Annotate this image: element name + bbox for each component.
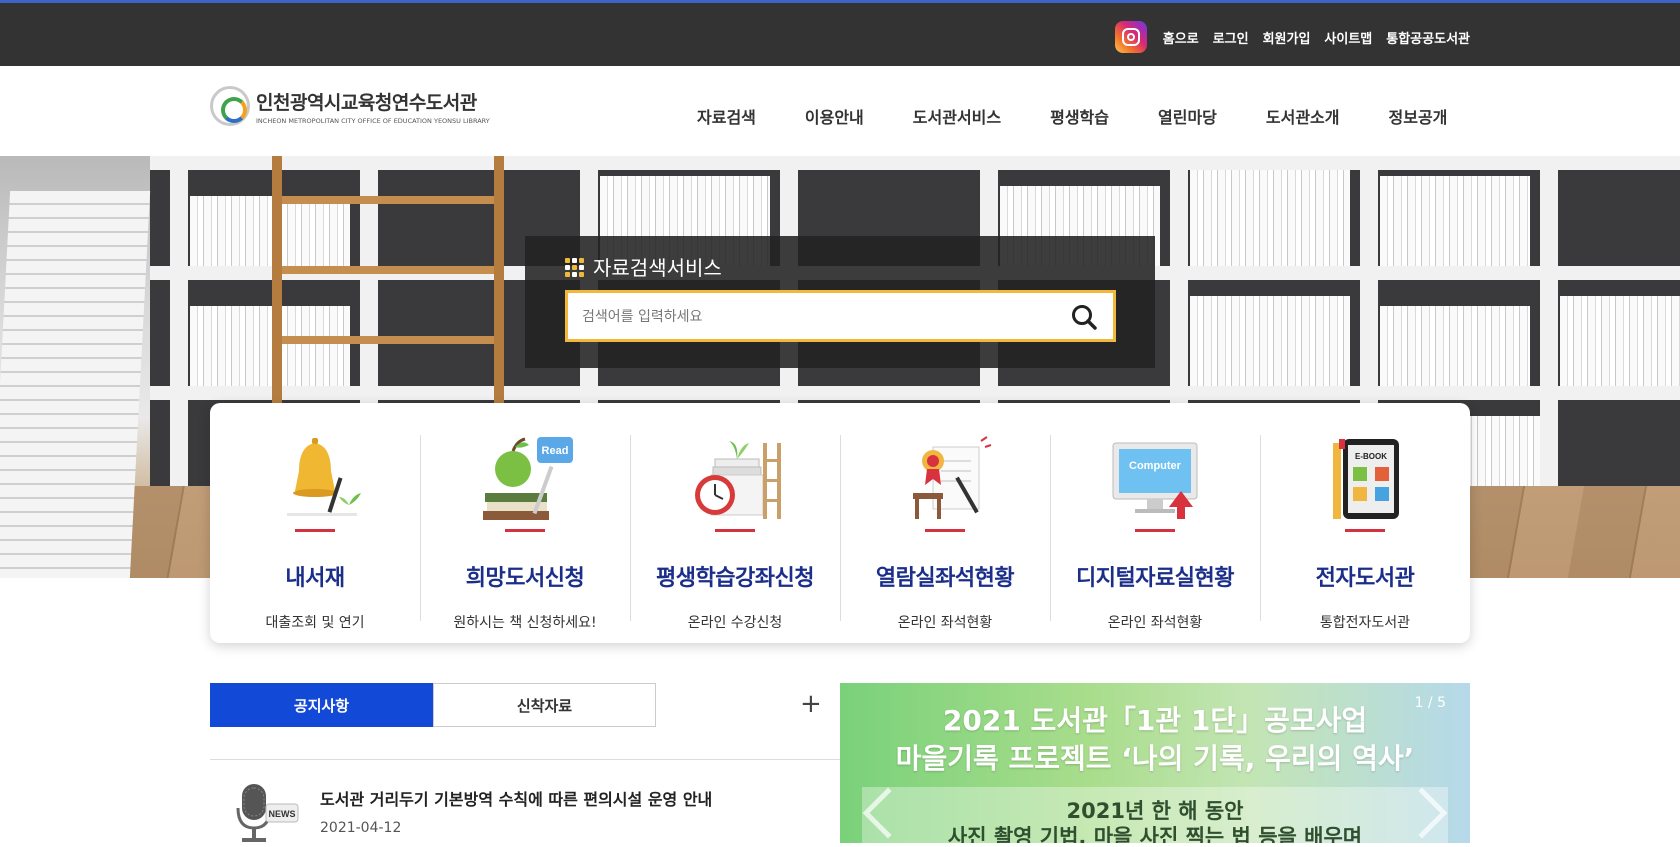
logo-subtitle: INCHEON METROPOLITAN CITY OFFICE OF EDUC… [256,116,490,125]
signup-link[interactable]: 회원가입 [1263,28,1311,47]
notice-title: 도서관 거리두기 기본방역 수칙에 따른 편의시설 운영 안내 [320,790,713,809]
nav-item-open-forum[interactable]: 열린마당 [1158,104,1217,128]
nav-item-guide[interactable]: 이용안내 [805,104,864,128]
tab-notice[interactable]: 공지사항 [210,683,433,727]
quick-item-subtitle: 온라인 좌석현황 [1107,615,1203,631]
quick-item-title: 열람실좌석현황 [875,566,1015,591]
more-plus-icon[interactable]: + [800,690,822,718]
quick-item-e-library[interactable]: E-BOOK 전자도서관 통합전자도서관 [1260,435,1470,631]
nav-item-lifelong-learning[interactable]: 평생학습 [1050,104,1109,128]
search-box [565,290,1116,342]
site-header: 인천광역시교육청연수도서관 INCHEON METROPOLITAN CITY … [0,66,1680,156]
nav-item-about[interactable]: 도서관소개 [1266,104,1340,128]
grid-dots-icon [565,257,585,277]
bell-icon [265,435,365,523]
logo-title: 인천광역시교육청연수도서관 [256,91,477,114]
ebook-icon: E-BOOK [1315,435,1415,523]
quick-item-title: 전자도서관 [1315,566,1415,591]
nav-item-search[interactable]: 자료검색 [697,104,756,128]
search-icon[interactable] [1071,304,1097,330]
banner-line-2: 마을기록 프로젝트 ‘나의 기록, 우리의 역사’ [895,742,1415,775]
computer-icon: Computer [1105,435,1205,523]
login-link[interactable]: 로그인 [1213,28,1249,47]
nav-item-services[interactable]: 도서관서비스 [913,104,1001,128]
notice-list-item[interactable]: NEWS 도서관 거리두기 기본방역 수칙에 따른 편의시설 운영 안내 202… [234,780,712,843]
board-tabs: 공지사항 신착자료 [210,683,656,727]
banner-line-4: 사진 촬영 기법, 마을 사진 찍는 법 등을 배우며 [947,825,1363,843]
svg-text:NEWS: NEWS [269,809,296,819]
quick-item-title: 희망도서신청 [465,566,585,591]
quick-menu: 내서재 대출조회 및 연기 Read 희망도서신청 원하시는 책 신청하세요! [210,403,1470,643]
quick-item-title: 디지털자료실현황 [1076,566,1234,591]
library-logo[interactable]: 인천광역시교육청연수도서관 INCHEON METROPOLITAN CITY … [210,86,490,126]
svg-text:Computer: Computer [1129,460,1182,472]
search-input[interactable] [582,305,1062,329]
quick-item-subtitle: 온라인 좌석현황 [897,615,993,631]
quick-item-digital-room[interactable]: Computer 디지털자료실현황 온라인 좌석현황 [1050,435,1260,631]
nav-item-disclosure[interactable]: 정보공개 [1389,104,1448,128]
news-microphone-icon: NEWS [234,780,300,843]
tab-new-arrivals[interactable]: 신착자료 [433,683,656,727]
sitemap-link[interactable]: 사이트맵 [1324,28,1372,47]
instagram-icon[interactable] [1114,21,1147,53]
quick-item-title: 평생학습강좌신청 [656,566,814,591]
main-navigation: 자료검색 이용안내 도서관서비스 평생학습 열린마당 도서관소개 정보공개 [697,104,1447,128]
search-panel: 자료검색서비스 [525,236,1155,368]
top-utility-bar: 홈으로 로그인 회원가입 사이트맵 통합공공도서관 [0,0,1680,66]
quick-item-subtitle: 통합전자도서관 [1319,615,1411,631]
quick-item-subtitle: 온라인 수강신청 [687,615,783,631]
quick-item-subtitle: 대출조회 및 연기 [265,615,365,631]
seat-checklist-icon [895,435,995,523]
search-title: 자료검색서비스 [593,256,722,280]
utility-links: 홈으로 로그인 회원가입 사이트맵 통합공공도서관 [1114,21,1470,53]
svg-text:Read: Read [542,445,569,457]
apple-books-icon: Read [475,435,575,523]
promo-banner[interactable]: 1 / 5 2021 도서관「1관 1단」공모사업 마을기록 프로젝트 ‘나의 … [840,683,1470,843]
home-link[interactable]: 홈으로 [1163,28,1199,47]
quick-item-lecture-request[interactable]: 평생학습강좌신청 온라인 수강신청 [630,435,840,631]
board-divider [210,759,840,760]
quick-item-reading-room[interactable]: 열람실좌석현황 온라인 좌석현황 [840,435,1050,631]
banner-line-1: 2021 도서관「1관 1단」공모사업 [942,704,1368,737]
svg-text:E-BOOK: E-BOOK [1355,452,1387,461]
notice-date: 2021-04-12 [320,820,402,836]
clock-books-icon [685,435,785,523]
quick-item-book-request[interactable]: Read 희망도서신청 원하시는 책 신청하세요! [420,435,630,631]
integrated-library-link[interactable]: 통합공공도서관 [1386,28,1470,47]
quick-item-my-library[interactable]: 내서재 대출조회 및 연기 [210,435,420,631]
quick-item-title: 내서재 [285,566,345,591]
logo-emblem-icon [210,86,250,126]
quick-item-subtitle: 원하시는 책 신청하세요! [453,615,597,631]
